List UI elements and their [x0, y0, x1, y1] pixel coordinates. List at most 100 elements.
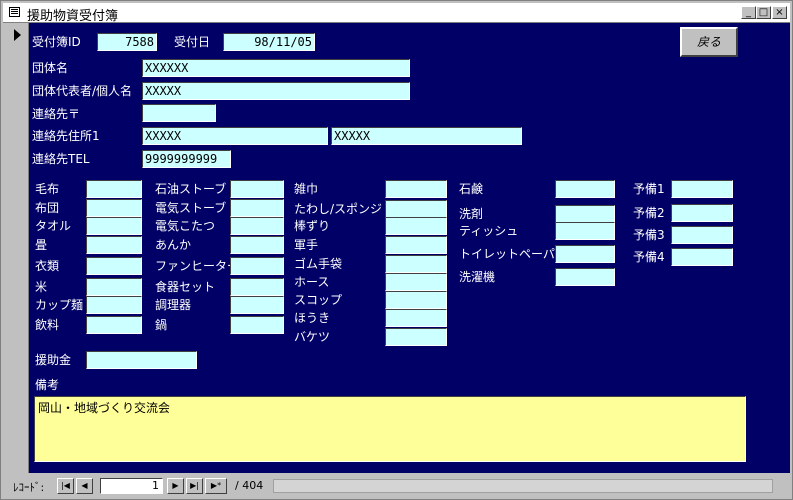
item-label: ティッシュ	[459, 224, 519, 238]
address-field-1[interactable]: XXXXX	[142, 127, 328, 145]
group-name-field[interactable]: XXXXXX	[142, 59, 410, 77]
item-quantity-field[interactable]	[86, 199, 142, 217]
receipt-date-field[interactable]: 98/11/05	[223, 33, 315, 51]
item-quantity-field[interactable]	[385, 309, 447, 327]
item-quantity-field[interactable]	[671, 180, 733, 198]
item-label: タオル	[35, 219, 72, 233]
postal-code-field[interactable]	[142, 104, 216, 122]
prev-record-button[interactable]: ◀	[76, 478, 93, 494]
postal-code-label: 連絡先〒	[32, 107, 81, 121]
item-label: 毛布	[35, 182, 60, 196]
back-button[interactable]: 戻る	[680, 27, 738, 57]
record-selector[interactable]	[3, 23, 29, 473]
item-label: トイレットペーパー	[459, 247, 567, 261]
item-label: ファンヒーター	[155, 259, 240, 273]
item-quantity-field[interactable]	[86, 217, 142, 235]
first-record-button[interactable]: |◀	[57, 478, 74, 494]
item-label: 米	[35, 280, 48, 294]
new-record-button[interactable]: ▶*	[205, 478, 227, 494]
close-button[interactable]: ×	[772, 6, 787, 19]
item-label: 予備1	[633, 182, 665, 196]
item-label: 飲料	[35, 318, 60, 332]
record-label: ﾚｺｰﾄﾞ:	[13, 481, 45, 494]
item-label: 棒ずり	[294, 219, 331, 233]
minimize-button[interactable]: _	[741, 6, 756, 19]
item-label: 予備4	[633, 250, 665, 264]
item-quantity-field[interactable]	[86, 180, 142, 198]
donation-label: 援助金	[35, 353, 72, 367]
record-total: / 404	[235, 479, 264, 492]
item-quantity-field[interactable]	[555, 245, 615, 263]
item-quantity-field[interactable]	[230, 316, 284, 334]
address-field-2[interactable]: XXXXX	[331, 127, 522, 145]
item-label: 洗剤	[459, 207, 484, 221]
item-quantity-field[interactable]	[385, 180, 447, 198]
form-icon	[9, 7, 20, 17]
item-quantity-field[interactable]	[230, 257, 284, 275]
item-quantity-field[interactable]	[230, 199, 284, 217]
current-record-arrow-icon	[14, 29, 21, 41]
item-label: 食器セット	[155, 280, 216, 294]
item-label: バケツ	[294, 330, 331, 344]
item-quantity-field[interactable]	[671, 248, 733, 266]
item-label: スコップ	[294, 293, 343, 307]
item-quantity-field[interactable]	[230, 296, 284, 314]
next-record-button[interactable]: ▶	[167, 478, 184, 494]
current-record-input[interactable]: 1	[100, 478, 163, 494]
item-quantity-field[interactable]	[385, 291, 447, 309]
item-quantity-field[interactable]	[86, 296, 142, 314]
donation-field[interactable]	[86, 351, 197, 369]
item-quantity-field[interactable]	[555, 205, 615, 223]
item-quantity-field[interactable]	[230, 217, 284, 235]
item-label: 畳	[35, 238, 48, 252]
tel-field[interactable]: 9999999999	[142, 150, 231, 168]
item-label: カップ麺	[35, 298, 84, 312]
item-label: 布団	[35, 201, 60, 215]
item-label: あんか	[155, 238, 192, 252]
item-quantity-field[interactable]	[230, 236, 284, 254]
receipt-date-label: 受付日	[174, 35, 211, 49]
item-quantity-field[interactable]	[385, 328, 447, 346]
item-quantity-field[interactable]	[230, 278, 284, 296]
remarks-field[interactable]: 岡山・地域づくり交流会	[34, 396, 746, 462]
item-label: 洗濯機	[459, 270, 496, 284]
receipt-id-field[interactable]: 7588	[97, 33, 157, 51]
record-navigation-bar: ﾚｺｰﾄﾞ: |◀ ◀ 1 ▶ ▶| ▶* / 404	[3, 475, 790, 497]
item-label: 石鹸	[459, 182, 484, 196]
item-quantity-field[interactable]	[671, 204, 733, 222]
item-label: 予備2	[633, 206, 665, 220]
horizontal-scrollbar[interactable]	[273, 479, 773, 493]
item-label: 雑巾	[294, 182, 319, 196]
item-label: 電気ストーブ	[155, 201, 227, 215]
representative-label: 団体代表者/個人名	[32, 84, 133, 98]
maximize-button[interactable]: □	[756, 6, 771, 19]
item-quantity-field[interactable]	[86, 316, 142, 334]
item-quantity-field[interactable]	[555, 180, 615, 198]
item-label: ほうき	[294, 311, 331, 325]
item-label: ホース	[294, 275, 330, 289]
item-quantity-field[interactable]	[86, 278, 142, 296]
item-quantity-field[interactable]	[385, 200, 447, 218]
item-quantity-field[interactable]	[555, 222, 615, 240]
representative-field[interactable]: XXXXX	[142, 82, 410, 100]
receipt-id-label: 受付簿ID	[32, 35, 81, 49]
tel-label: 連絡先TEL	[32, 152, 90, 166]
item-quantity-field[interactable]	[385, 273, 447, 291]
item-label: 軍手	[294, 238, 319, 252]
last-record-button[interactable]: ▶|	[186, 478, 203, 494]
remarks-label: 備考	[35, 378, 60, 392]
item-quantity-field[interactable]	[385, 255, 447, 273]
item-label: 予備3	[633, 228, 665, 242]
item-label: 衣類	[35, 259, 60, 273]
item-quantity-field[interactable]	[671, 226, 733, 244]
item-quantity-field[interactable]	[230, 180, 284, 198]
item-label: 調理器	[155, 298, 192, 312]
item-label: 石油ストーブ	[155, 182, 227, 196]
title-bar[interactable]: 援助物資受付簿 _ □ ×	[3, 3, 790, 24]
item-label: 電気こたつ	[155, 219, 216, 233]
item-quantity-field[interactable]	[86, 236, 142, 254]
item-quantity-field[interactable]	[555, 268, 615, 286]
item-quantity-field[interactable]	[385, 217, 447, 235]
item-quantity-field[interactable]	[86, 257, 142, 275]
item-quantity-field[interactable]	[385, 236, 447, 254]
